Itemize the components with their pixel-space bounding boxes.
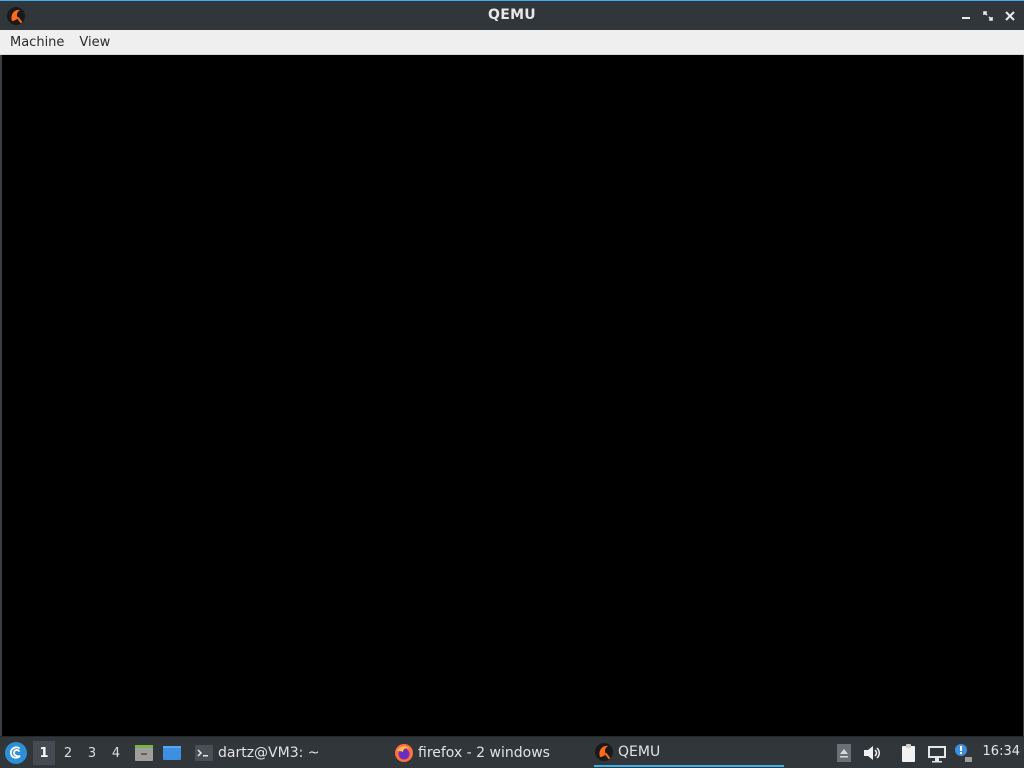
menu-view[interactable]: View [73,32,116,53]
volume-icon[interactable] [862,743,882,763]
network-icon[interactable] [927,743,947,763]
task-terminal-label: dartz@VM3: ~ [218,745,320,761]
menu-machine[interactable]: Machine [4,32,70,53]
file-manager-icon[interactable] [134,743,154,763]
clock[interactable]: 16:34 [983,744,1020,759]
maximize-icon[interactable] [978,6,998,26]
qemu-icon [595,743,613,761]
menubar: Machine View [0,30,1024,55]
task-qemu-label: QEMU [618,744,661,760]
minimize-icon[interactable] [956,6,976,26]
debian-swirl-icon[interactable] [4,741,28,765]
firefox-icon [395,744,413,762]
close-icon[interactable] [1000,6,1020,26]
taskbar: 1 2 3 4 dartz@VM3: ~ firefox - 2 windows [0,736,1024,768]
terminal-icon [195,745,213,761]
vm-display[interactable] [0,55,1024,736]
task-firefox-label: firefox - 2 windows [418,745,550,761]
task-firefox[interactable]: firefox - 2 windows [394,739,550,767]
window-title: QEMU [488,7,536,23]
window-controls [956,6,1020,26]
window-titlebar[interactable]: QEMU [0,0,1024,30]
tray-expand-icon[interactable] [834,743,854,763]
task-qemu[interactable]: QEMU [594,739,784,767]
update-notifier-icon[interactable] [953,743,973,763]
show-desktop-icon[interactable] [162,743,182,763]
workspace-3[interactable]: 3 [81,741,103,765]
clipboard-icon[interactable] [899,743,919,763]
workspace-4[interactable]: 4 [105,741,127,765]
workspace-1[interactable]: 1 [33,741,55,765]
workspace-2[interactable]: 2 [57,741,79,765]
task-terminal[interactable]: dartz@VM3: ~ [194,739,320,767]
